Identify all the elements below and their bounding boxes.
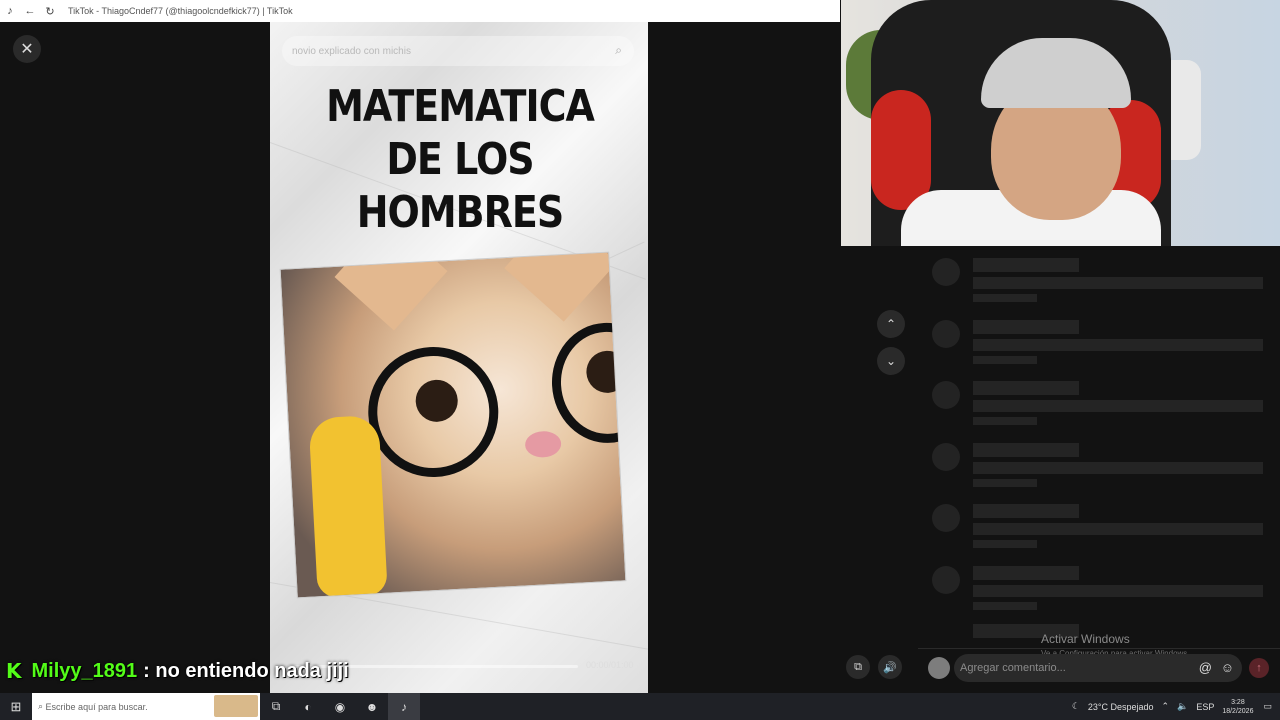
clock-date: 18/2/2026 [1222,707,1254,715]
discord-button[interactable]: ☻ [356,693,388,720]
back-icon[interactable]: ← [20,5,40,17]
tiktok-favicon-icon: ♪ [7,5,13,17]
start-button[interactable]: ⊞ [0,693,32,720]
edge-icon: ◐ [304,699,312,714]
system-tray: ☾ 23°C Despejado ⌃ 🔈 ESP 3:28 18/2/2026 … [1072,693,1280,720]
close-icon: ✕ [20,41,34,58]
hand-emoji-icon [308,414,388,599]
language-indicator[interactable]: ESP [1196,702,1214,712]
cat-photo [279,251,627,599]
clock-time: 3:28 [1231,698,1245,706]
window-title: TikTok - ThiagoCndef77 (@thiagoolcndefki… [68,6,293,16]
task-view-icon: ⧉ [271,699,281,713]
chat-message: : no entiendo nada jiji [143,659,349,682]
next-video-button[interactable]: ⌄ [877,347,905,375]
tiktok-icon: ♪ [401,699,407,714]
comments-panel [918,246,1280,646]
mention-icon[interactable]: @ [1199,660,1212,675]
browser-titlebar: ♪ ← ↻ TikTok - ThiagoCndef77 (@thiagoolc… [0,0,840,22]
avatar [928,657,950,679]
arrow-up-icon: ↑ [1256,662,1262,674]
tiktok-button[interactable]: ♪ [388,693,420,720]
close-button[interactable]: ✕ [13,35,41,63]
search-icon: ⌕ [38,701,46,711]
kick-icon: K [6,659,22,683]
activate-title: Activar Windows [1041,632,1130,646]
chevron-up-icon: ⌃ [885,317,897,331]
windows-icon: ⊞ [10,698,22,714]
search-icon[interactable]: ⌕ [615,43,622,58]
obs-button[interactable]: ◉ [324,693,356,720]
windows-taskbar: ⊞ ⌕ Escribe aquí para buscar. ⧉ ◐ ◉ ☻ ♪ … [0,693,1280,720]
previous-video-button[interactable]: ⌃ [877,310,905,338]
emoji-icon[interactable]: ☺ [1221,660,1234,675]
chevron-down-icon: ⌄ [885,354,897,368]
discord-icon: ☻ [365,699,379,714]
pip-button[interactable]: ⧉ [846,655,870,679]
weather-text[interactable]: 23°C Despejado [1088,702,1154,712]
reload-icon[interactable]: ↻ [40,5,60,18]
taskbar-search-placeholder: Escribe aquí para buscar. [45,701,148,712]
tray-chevron-icon[interactable]: ⌃ [1162,701,1170,712]
edge-button[interactable]: ◐ [292,693,324,720]
send-comment-button[interactable]: ↑ [1249,658,1269,678]
chat-username: Milyy_1891 [31,659,138,682]
pip-icon: ⧉ [854,660,862,673]
notifications-icon[interactable]: ▭ [1263,701,1272,712]
obs-icon: ◉ [334,699,346,714]
volume-button[interactable]: 🔊 [878,655,902,679]
search-placeholder: novio explicado con michis [292,45,411,57]
comment-skeleton [932,437,1272,487]
video-player[interactable]: novio explicado con michis ⌕ MATEMATICA … [270,22,648,693]
comment-skeleton [932,560,1272,610]
volume-tray-icon[interactable]: 🔈 [1177,701,1188,712]
search-highlight-image [214,695,258,717]
taskbar-search-input[interactable]: ⌕ Escribe aquí para buscar. [32,693,260,720]
comment-skeleton [932,375,1272,425]
video-headline: MATEMATICA DE LOS HOMBRES [326,80,595,238]
comment-input[interactable]: Agregar comentario... @ ☺ [954,654,1242,682]
comment-skeleton [932,498,1272,548]
chat-overlay: K Milyy_1891 : no entiendo nada jiji [6,658,349,684]
webcam-overlay [841,0,1280,246]
comment-skeleton [932,314,1272,364]
comment-composer: Agregar comentario... @ ☺ ↑ [918,648,1280,686]
task-view-button[interactable]: ⧉ [260,693,292,720]
comment-skeleton [932,252,1272,302]
moon-icon: ☾ [1071,701,1080,711]
comment-placeholder: Agregar comentario... [960,662,1066,674]
volume-icon: 🔊 [883,661,897,674]
video-search-input[interactable]: novio explicado con michis ⌕ [282,36,634,66]
video-time: 00:00/01:00 [586,660,634,670]
clock[interactable]: 3:28 18/2/2026 [1222,698,1253,716]
